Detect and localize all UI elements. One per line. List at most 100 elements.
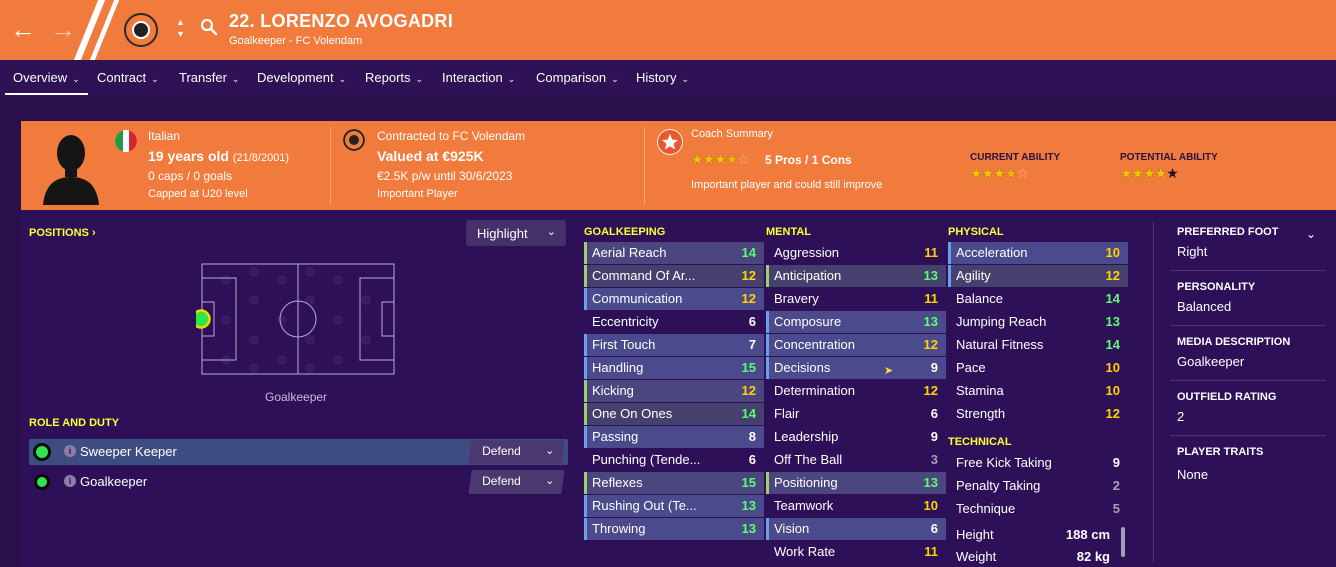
weight-label: Weight [956, 549, 997, 564]
tab-label: Reports [365, 70, 411, 85]
attr-value: 13 [741, 521, 756, 536]
attr-flair[interactable]: Flair 6 [766, 403, 946, 425]
chevron-down-icon: ⌄ [338, 74, 347, 84]
attr-leadership[interactable]: Leadership 9 [766, 426, 946, 448]
attr-anticipation[interactable]: Anticipation 13 [766, 265, 946, 287]
attr-first-touch[interactable]: First Touch 7 [584, 334, 764, 356]
weight-value: 82 kg [1076, 549, 1110, 564]
tab-interaction[interactable]: Interaction ⌄ [442, 70, 515, 85]
attr-name: Acceleration [956, 245, 1028, 260]
pros-cons[interactable]: 5 Pros / 1 Cons [765, 153, 852, 167]
player-subtitle[interactable]: Goalkeeper - FC Volendam [229, 35, 362, 47]
info-icon[interactable]: i [64, 445, 76, 457]
tab-reports[interactable]: Reports ⌄ [365, 70, 423, 85]
back-arrow-icon[interactable]: ← [10, 14, 36, 44]
contract-club[interactable]: Contracted to FC Volendam [377, 129, 525, 143]
forward-arrow-icon[interactable]: → [50, 14, 76, 44]
club-crest-icon[interactable] [124, 13, 158, 47]
attr-value: 9 [930, 429, 938, 444]
attr-name: Handling [592, 360, 644, 375]
duty-dropdown[interactable]: Defend ⌄ [468, 470, 565, 494]
attr-name: Aerial Reach [592, 245, 667, 260]
attr-agility[interactable]: Agility 12 [948, 265, 1128, 287]
attr-kicking[interactable]: Kicking 12 [584, 380, 764, 402]
duty-dropdown[interactable]: Defend ⌄ [468, 440, 565, 464]
attr-name: Punching (Tende... [592, 452, 701, 467]
tab-history[interactable]: History ⌄ [636, 70, 689, 85]
role-row-goalkeeper[interactable]: i Goalkeeper Defend ⌄ [29, 469, 568, 495]
tab-transfer[interactable]: Transfer ⌄ [179, 70, 239, 85]
nationality[interactable]: Italian [148, 129, 180, 143]
active-tab-indicator [5, 93, 88, 95]
attr-reflexes[interactable]: Reflexes 15 [584, 472, 764, 494]
info-icon[interactable]: i [64, 475, 76, 487]
attr-punching[interactable]: Punching (Tende... 6 [584, 449, 764, 471]
attr-value: 6 [930, 521, 938, 536]
attr-name: Strength [956, 406, 1006, 421]
attr-handling[interactable]: Handling 15 [584, 357, 764, 379]
attr-stamina[interactable]: Stamina 10 [948, 380, 1128, 402]
attr-free-kick-taking[interactable]: Free Kick Taking 9 [948, 452, 1128, 474]
attr-passing[interactable]: Passing 8 [584, 426, 764, 448]
attr-aggression[interactable]: Aggression 11 [766, 242, 946, 264]
search-icon[interactable] [200, 18, 218, 36]
attr-command-of-area[interactable]: Command Of Ar... 12 [584, 265, 764, 287]
attr-vision[interactable]: Vision 6 [766, 518, 946, 540]
divider [330, 127, 331, 204]
attr-determination[interactable]: Determination 12 [766, 380, 946, 402]
attr-value: 13 [741, 498, 756, 513]
scrollbar-thumb[interactable] [1121, 527, 1125, 557]
attr-jumping-reach[interactable]: Jumping Reach 13 [948, 311, 1128, 333]
attr-communication[interactable]: Communication 12 [584, 288, 764, 310]
player-switch-icon[interactable]: ▲ ▼ [176, 16, 185, 40]
attr-decisions[interactable]: Decisions 9 [766, 357, 946, 379]
italy-flag-icon [115, 130, 137, 152]
pitch-diagram[interactable] [196, 258, 400, 382]
goalkeeping-title: GOALKEEPING [584, 226, 666, 238]
player-weight: Weight 82 kg [948, 546, 1118, 567]
chevron-down-icon[interactable]: ⌄ [1306, 227, 1316, 241]
attr-positioning[interactable]: Positioning 13 [766, 472, 946, 494]
role-fit-indicator [33, 443, 51, 461]
tab-contract[interactable]: Contract ⌄ [97, 70, 159, 85]
positions-title-text: POSITIONS [29, 227, 89, 239]
attr-throwing[interactable]: Throwing 13 [584, 518, 764, 540]
player-height: Height 188 cm [948, 524, 1118, 546]
attr-bravery[interactable]: Bravery 11 [766, 288, 946, 310]
tab-comparison[interactable]: Comparison ⌄ [536, 70, 619, 85]
capped-level: Capped at U20 level [148, 188, 248, 200]
divider [1170, 435, 1326, 436]
attr-aerial-reach[interactable]: Aerial Reach 14 [584, 242, 764, 264]
attr-one-on-ones[interactable]: One On Ones 14 [584, 403, 764, 425]
attr-name: Determination [774, 383, 855, 398]
attr-balance[interactable]: Balance 14 [948, 288, 1128, 310]
attr-teamwork[interactable]: Teamwork 10 [766, 495, 946, 517]
positions-title[interactable]: POSITIONS › [29, 227, 96, 239]
attr-off-the-ball[interactable]: Off The Ball 3 [766, 449, 946, 471]
attr-value: 12 [1105, 406, 1120, 421]
attr-penalty-taking[interactable]: Penalty Taking 2 [948, 475, 1128, 497]
chevron-down-icon: ⌄ [544, 445, 555, 457]
attr-composure[interactable]: Composure 13 [766, 311, 946, 333]
tab-development[interactable]: Development ⌄ [257, 70, 346, 85]
attr-name: Jumping Reach [956, 314, 1047, 329]
chevron-down-icon: ⌄ [72, 74, 80, 84]
coach-star-icon [657, 129, 683, 155]
highlight-dropdown[interactable]: Highlight ⌄ [466, 220, 566, 246]
attr-strength[interactable]: Strength 12 [948, 403, 1128, 425]
tab-overview[interactable]: Overview ⌄ [13, 70, 80, 85]
current-ability-label: CURRENT ABILITY [970, 152, 1061, 163]
attr-name: Rushing Out (Te... [592, 498, 697, 513]
attr-eccentricity[interactable]: Eccentricity 6 [584, 311, 764, 333]
attr-acceleration[interactable]: Acceleration 10 [948, 242, 1128, 264]
attr-pace[interactable]: Pace 10 [948, 357, 1128, 379]
attr-concentration[interactable]: Concentration 12 [766, 334, 946, 356]
attr-name: Stamina [956, 383, 1004, 398]
tab-bar: Overview ⌄ Contract ⌄ Transfer ⌄ Developmen… [0, 60, 1336, 96]
attr-rushing-out[interactable]: Rushing Out (Te... 13 [584, 495, 764, 517]
attr-natural-fitness[interactable]: Natural Fitness 14 [948, 334, 1128, 356]
attr-work-rate[interactable]: Work Rate 11 [766, 541, 946, 563]
attr-technique[interactable]: Technique 5 [948, 498, 1128, 520]
squad-status: Important Player [377, 188, 458, 200]
role-row-sweeper-keeper[interactable]: i Sweeper Keeper Defend ⌄ [29, 439, 568, 465]
